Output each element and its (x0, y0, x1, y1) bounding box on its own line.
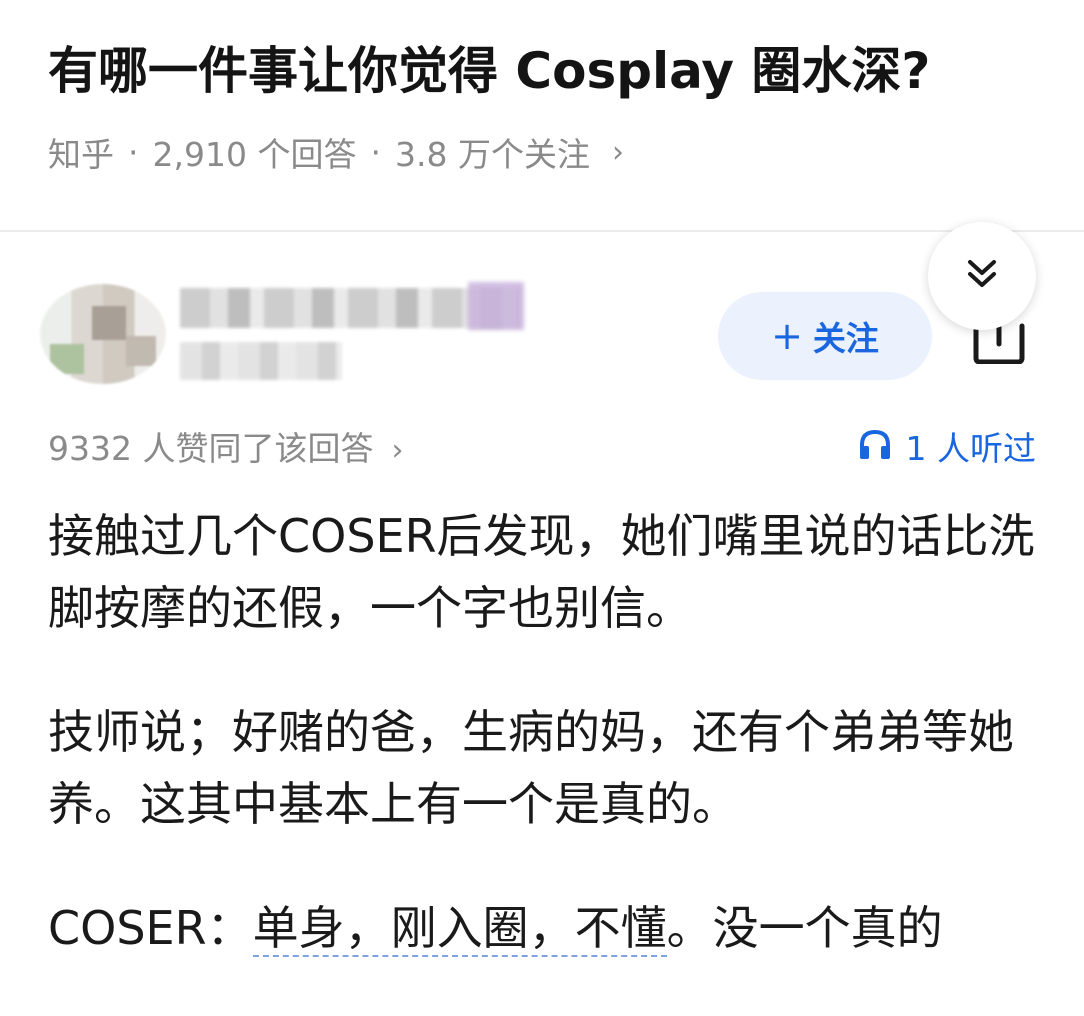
question-meta[interactable]: 知乎 · 2,910 个回答 · 3.8 万个关注 › (48, 128, 624, 176)
plus-icon: + (771, 314, 803, 358)
meta-separator: · (128, 132, 139, 172)
source-label: 知乎 (48, 135, 114, 174)
double-chevron-down-icon (965, 257, 999, 295)
collapse-button[interactable] (928, 222, 1036, 330)
answer-count: 2,910 个回答 (152, 135, 357, 174)
chevron-right-icon: › (391, 433, 404, 468)
follower-count: 3.8 万个关注 (394, 135, 590, 174)
listen-count[interactable]: 1 人听过 (858, 424, 1037, 474)
avatar[interactable] (40, 284, 166, 384)
answer-stats: 9332 人赞同了该回答 › 1 人听过 (48, 424, 1036, 474)
answer-paragraph: 技师说；好赌的爸，生病的妈，还有个弟弟等她养。这其中基本上有一个是真的。 (48, 705, 1014, 831)
author-info[interactable] (40, 270, 640, 400)
answer-text: 。没一个真的 (666, 901, 943, 955)
author-bio-blurred (180, 342, 342, 380)
question-title[interactable]: 有哪一件事让你觉得 Cosplay 圈水深? (48, 36, 1048, 106)
chevron-right-icon: › (611, 134, 624, 170)
highlighted-phrase-link[interactable]: 单身，刚入圈，不懂 (252, 901, 667, 957)
meta-separator: · (370, 132, 381, 172)
answer-content: 接触过几个COSER后发现，她们嘴里说的话比洗脚按摩的还假，一个字也别信。 技师… (48, 500, 1048, 1016)
divider (0, 230, 1084, 232)
vote-count[interactable]: 9332 人赞同了该回答 › (48, 424, 403, 476)
headphones-icon (858, 424, 906, 474)
follow-label: 关注 (812, 319, 879, 358)
vote-count-label: 9332 人赞同了该回答 (48, 429, 374, 468)
listen-count-label: 1 人听过 (905, 429, 1037, 468)
answer-text: COSER： (48, 901, 253, 955)
follow-button[interactable]: + 关注 (718, 292, 932, 380)
answer-paragraph: COSER：单身，刚入圈，不懂。没一个真的 (48, 892, 1048, 964)
author-badge-blurred (468, 282, 524, 330)
answer-paragraph: 接触过几个COSER后发现，她们嘴里说的话比洗脚按摩的还假，一个字也别信。 (48, 509, 1035, 635)
